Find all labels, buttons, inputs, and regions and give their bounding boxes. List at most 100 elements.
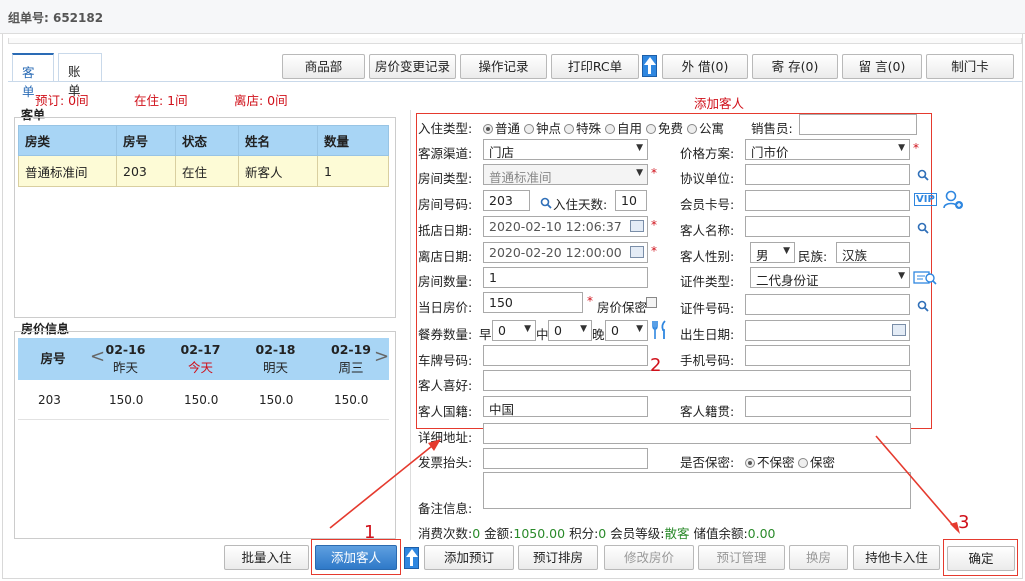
remark-label: 备注信息: [418, 501, 473, 516]
checkin-type-radio[interactable]: 特殊 [564, 118, 601, 137]
price-secret-label: 房价保密 [597, 300, 648, 315]
price-secret-checkbox[interactable] [646, 297, 657, 308]
col-room-type: 房类 [18, 125, 117, 156]
plate-input[interactable] [483, 345, 648, 366]
birth-date-input[interactable] [745, 320, 910, 341]
ethnic-input[interactable]: 汉族 [836, 242, 910, 263]
rate-price: 150.0 [259, 393, 294, 407]
calendar-icon[interactable] [630, 220, 644, 232]
confirm-button[interactable]: 确定 [947, 546, 1015, 571]
source-select[interactable]: 门店 [483, 139, 648, 160]
search-icon[interactable] [917, 169, 929, 181]
operation-log-button[interactable]: 操作记录 [460, 54, 547, 79]
required-mark: * [651, 218, 657, 232]
id-scan-icon[interactable] [913, 270, 937, 285]
required-mark: * [651, 166, 657, 180]
prev-day-icon[interactable]: < [90, 346, 105, 367]
depart-date-input[interactable]: 2020-02-20 12:00:00 [483, 242, 648, 263]
booking-manage-button[interactable]: 预订管理 [698, 545, 785, 570]
add-guest-button[interactable]: 添加客人 [315, 545, 397, 570]
message-button[interactable]: 留 言(0) [842, 54, 922, 79]
staying-count: 在住: 1间 [134, 93, 188, 108]
add-booking-button[interactable]: 添加预订 [424, 545, 514, 570]
lend-button[interactable]: 外 借(0) [662, 54, 748, 79]
stay-days-input[interactable]: 10 [615, 190, 647, 211]
table-row[interactable]: 普通标准间 203 在住 新客人 1 [18, 155, 389, 187]
id-no-input[interactable] [745, 294, 910, 315]
calendar-icon[interactable] [630, 246, 644, 258]
change-room-button[interactable]: 换房 [789, 545, 848, 570]
calendar-icon[interactable] [892, 324, 906, 336]
price-plan-label: 价格方案: [680, 146, 735, 161]
room-count-input[interactable]: 1 [483, 267, 648, 288]
cell-count: 1 [317, 155, 389, 187]
gender-select[interactable]: 男 [750, 242, 795, 263]
secret-radio[interactable]: 保密 [798, 452, 835, 471]
annotation-3: 3 [958, 512, 970, 533]
add-user-icon[interactable] [942, 189, 964, 211]
day-header: 02-17 今天 [163, 338, 238, 380]
upload-icon[interactable] [404, 547, 419, 569]
print-rc-button[interactable]: 打印RC单 [551, 54, 639, 79]
address-input[interactable] [483, 423, 911, 444]
ethnic-label: 民族: [798, 249, 828, 264]
form-title: 添加客人 [694, 96, 745, 111]
lunch-label: 中 [536, 327, 549, 342]
deposit-button[interactable]: 寄 存(0) [752, 54, 838, 79]
arrive-date-input[interactable]: 2020-02-10 12:06:37 [483, 216, 648, 237]
invoice-input[interactable] [483, 448, 648, 469]
required-mark: * [651, 244, 657, 258]
cell-room-type: 普通标准间 [18, 155, 117, 187]
search-icon[interactable] [917, 222, 929, 234]
dinner-select[interactable]: 0 [605, 320, 648, 341]
other-card-checkin-button[interactable]: 持他卡入住 [853, 545, 940, 570]
origin-label: 客人籍贯: [680, 404, 735, 419]
lunch-select[interactable]: 0 [548, 320, 592, 341]
birth-label: 出生日期: [680, 327, 735, 342]
tab-order[interactable]: 客单 [12, 53, 54, 99]
price-change-log-button[interactable]: 房价变更记录 [369, 54, 456, 79]
next-day-icon[interactable]: > [374, 346, 389, 367]
member-card-input[interactable] [745, 190, 910, 211]
room-type-select[interactable]: 普通标准间 [483, 164, 648, 185]
make-card-button[interactable]: 制门卡 [926, 54, 1014, 79]
price-plan-select[interactable]: 门市价 [745, 139, 910, 160]
annotation-2: 2 [650, 355, 662, 376]
search-icon[interactable] [540, 197, 552, 209]
no-secret-radio[interactable]: 不保密 [745, 452, 795, 471]
hobby-input[interactable] [483, 370, 911, 391]
agreement-input[interactable] [745, 164, 910, 185]
goods-button[interactable]: 商品部 [282, 54, 365, 79]
guest-name-input[interactable] [745, 216, 910, 237]
form-divider [410, 110, 411, 540]
required-mark: * [587, 294, 593, 308]
cell-room-no: 203 [116, 155, 176, 187]
checkin-type-radio[interactable]: 钟点 [524, 118, 561, 137]
batch-checkin-button[interactable]: 批量入住 [224, 545, 309, 570]
salesperson-input[interactable] [799, 114, 917, 135]
id-type-select[interactable]: 二代身份证 [750, 267, 910, 288]
group-number: 组单号: 652182 [8, 11, 104, 25]
checkin-type-radio[interactable]: 自用 [605, 118, 642, 137]
modify-price-button[interactable]: 修改房价 [604, 545, 694, 570]
origin-input[interactable] [745, 396, 911, 417]
required-mark: * [913, 141, 919, 155]
nation-input[interactable]: 中国 [483, 396, 648, 417]
phone-input[interactable] [745, 345, 910, 366]
checkin-type-radio[interactable]: 公寓 [687, 118, 724, 137]
assign-room-button[interactable]: 预订排房 [518, 545, 598, 570]
breakfast-select[interactable]: 0 [492, 320, 536, 341]
departed-count: 离店: 0间 [234, 93, 288, 108]
checkin-type-radio[interactable]: 免费 [646, 118, 683, 137]
col-status: 状态 [175, 125, 239, 156]
remark-textarea[interactable] [483, 472, 911, 509]
upload-icon[interactable] [642, 55, 657, 77]
checkin-type-radio[interactable]: 普通 [483, 118, 520, 137]
day-price-input[interactable]: 150 [483, 292, 583, 313]
tab-bill[interactable]: 账单 [58, 53, 102, 98]
rate-room: 203 [38, 393, 61, 407]
vip-icon[interactable]: VIP [914, 193, 937, 206]
room-no-input[interactable]: 203 [483, 190, 530, 211]
cell-status: 在住 [175, 155, 239, 187]
search-icon[interactable] [917, 300, 929, 312]
